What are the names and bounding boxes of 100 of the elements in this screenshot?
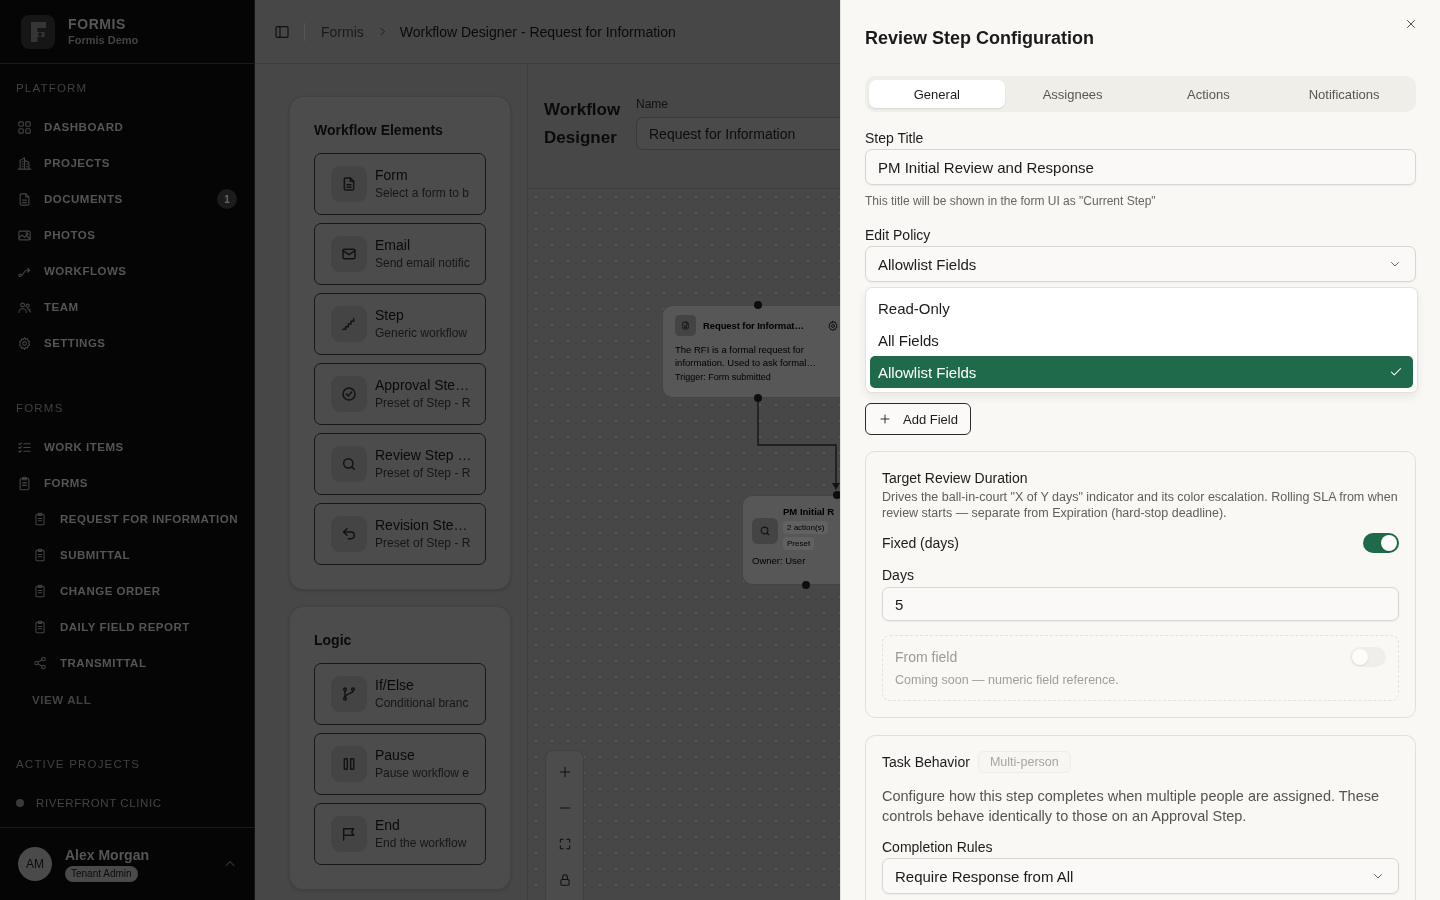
clipboard-icon: [33, 512, 47, 526]
branch-icon: [331, 676, 367, 712]
node-trigger-text: Trigger: Form submitted: [675, 372, 771, 383]
nav-item[interactable]: TEAM: [0, 289, 254, 325]
document-icon: [17, 191, 32, 207]
pause-icon: [331, 746, 367, 782]
field-label: Step Title: [865, 129, 924, 147]
check-icon: [1389, 365, 1403, 379]
plus-icon: [557, 765, 572, 779]
nav-subitem[interactable]: REQUEST FOR INFORMATION: [0, 501, 254, 537]
card-title: Target Review Duration: [882, 469, 1029, 487]
user-name: Alex Morgan: [65, 846, 149, 864]
node-title: PM Initial R: [783, 506, 835, 518]
card-description: Drives the ball-in-court "X of Y days" indicator and its color escalation. Rolling SLA from when review starts — separate from Expiration (hard-stop deadline).: [882, 489, 1399, 521]
toggle-switch[interactable]: [1363, 533, 1399, 553]
field-hint: This title will be shown in the form UI as "Current Step": [865, 193, 1156, 209]
settings-icon: [17, 335, 32, 351]
days-input[interactable]: 5: [882, 587, 1399, 621]
edit-policy-select[interactable]: Allowlist Fields: [865, 246, 1416, 282]
node-badge: 2 action(s): [783, 521, 829, 534]
card-title: Workflow Elements: [314, 121, 444, 140]
element-title: Approval Ste…: [375, 376, 470, 394]
node-title: Request for Informat…: [703, 320, 804, 331]
option-label: From field: [895, 648, 958, 666]
checklist-icon: [17, 439, 32, 455]
field-label: Edit Policy: [865, 226, 931, 244]
document-icon: [675, 315, 696, 336]
dropdown-option[interactable]: Allowlist Fields: [870, 356, 1413, 388]
nav-item[interactable]: PROJECTS: [0, 145, 254, 181]
tab[interactable]: Actions: [1140, 80, 1277, 108]
add-field-button[interactable]: Add Field: [865, 403, 971, 435]
completion-rules-select[interactable]: Require Response from All: [882, 858, 1399, 894]
element-title: Pause: [375, 746, 415, 764]
clipboard-icon: [17, 475, 32, 491]
node-badge: Preset: [783, 537, 815, 550]
card-title: Logic: [314, 631, 353, 650]
avatar: AM: [18, 847, 52, 881]
element-title: Form: [375, 166, 408, 184]
plus-icon: [879, 413, 891, 425]
people-icon: [17, 299, 32, 315]
dropdown-option[interactable]: Read-Only: [870, 292, 1413, 324]
element-title: If/Else: [375, 676, 414, 694]
step-title-input[interactable]: PM Initial Review and Response: [865, 149, 1416, 185]
nav-item[interactable]: PHOTOS: [0, 217, 254, 253]
nav-subitem[interactable]: DAILY FIELD REPORT: [0, 609, 254, 645]
nav-subitem[interactable]: SUBMITTAL: [0, 537, 254, 573]
workspace-name: Formis Demo: [68, 32, 139, 48]
element-title: Revision Ste…: [375, 516, 468, 534]
nav-item[interactable]: WORK ITEMS: [0, 429, 254, 465]
connection-handle[interactable]: [754, 394, 762, 402]
nav-item[interactable]: FORMS: [0, 465, 254, 501]
view-all-link[interactable]: VIEW ALL: [32, 692, 92, 708]
card-description: Configure how this step completes when multiple people are assigned. These controls behave identically to those on an Approval Step.: [882, 787, 1381, 826]
tab[interactable]: Assignees: [1004, 80, 1141, 108]
nav-item[interactable]: SETTINGS: [0, 325, 254, 361]
tab[interactable]: Notifications: [1276, 80, 1412, 108]
nav-subitem[interactable]: TRANSMITTAL: [0, 645, 254, 681]
option-label: Fixed (days): [882, 534, 960, 552]
project-item[interactable]: RIVERFRONT CLINIC: [0, 785, 170, 821]
clipboard-icon: [33, 620, 47, 634]
status-dot-icon: [16, 799, 24, 807]
section-label: ACTIVE PROJECTS: [16, 757, 141, 772]
close-icon: [1405, 18, 1417, 30]
nav-item[interactable]: DOCUMENTS 1: [0, 181, 254, 217]
field-label: Days: [882, 566, 914, 584]
section-label: PLATFORM: [16, 81, 88, 96]
document-icon: [331, 166, 367, 202]
search-icon: [331, 446, 367, 482]
connection-handle[interactable]: [802, 581, 810, 589]
element-title: Review Step …: [375, 446, 472, 464]
count-badge: 1: [217, 189, 237, 209]
field-label: Completion Rules: [882, 838, 993, 856]
grid-icon: [17, 119, 32, 135]
steps-icon: [331, 306, 367, 342]
card-title: Task Behavior: [882, 753, 970, 771]
node-owner-text: Owner: User: [752, 555, 806, 567]
connection-handle[interactable]: [754, 301, 762, 309]
element-title: End: [375, 816, 400, 834]
tab[interactable]: General: [869, 80, 1005, 108]
clipboard-icon: [33, 584, 47, 598]
role-badge: Tenant Admin: [65, 865, 138, 882]
nav-item[interactable]: WORKFLOWS: [0, 253, 254, 289]
mail-icon: [331, 236, 367, 272]
element-title: Step: [375, 306, 404, 324]
nav-subitem[interactable]: CHANGE ORDER: [0, 573, 254, 609]
share-icon: [33, 656, 47, 670]
multi-person-badge: Multi-person: [977, 751, 1071, 773]
option-note: Coming soon — numeric field reference.: [895, 672, 1119, 688]
flag-icon: [331, 816, 367, 852]
node-description: The RFI is a formal request for information. Used to ask formal…: [675, 343, 817, 369]
element-title: Email: [375, 236, 410, 254]
building-icon: [17, 155, 32, 171]
clipboard-icon: [33, 548, 47, 562]
sidebar-toggle-icon[interactable]: [274, 23, 290, 40]
name-input[interactable]: Request for Information: [636, 117, 840, 150]
dropdown-option[interactable]: All Fields: [870, 324, 1413, 356]
settings-icon[interactable]: [827, 319, 839, 332]
panel-title: Review Step Configuration: [865, 27, 1095, 50]
image-icon: [17, 227, 32, 243]
nav-item[interactable]: DASHBOARD: [0, 109, 254, 145]
